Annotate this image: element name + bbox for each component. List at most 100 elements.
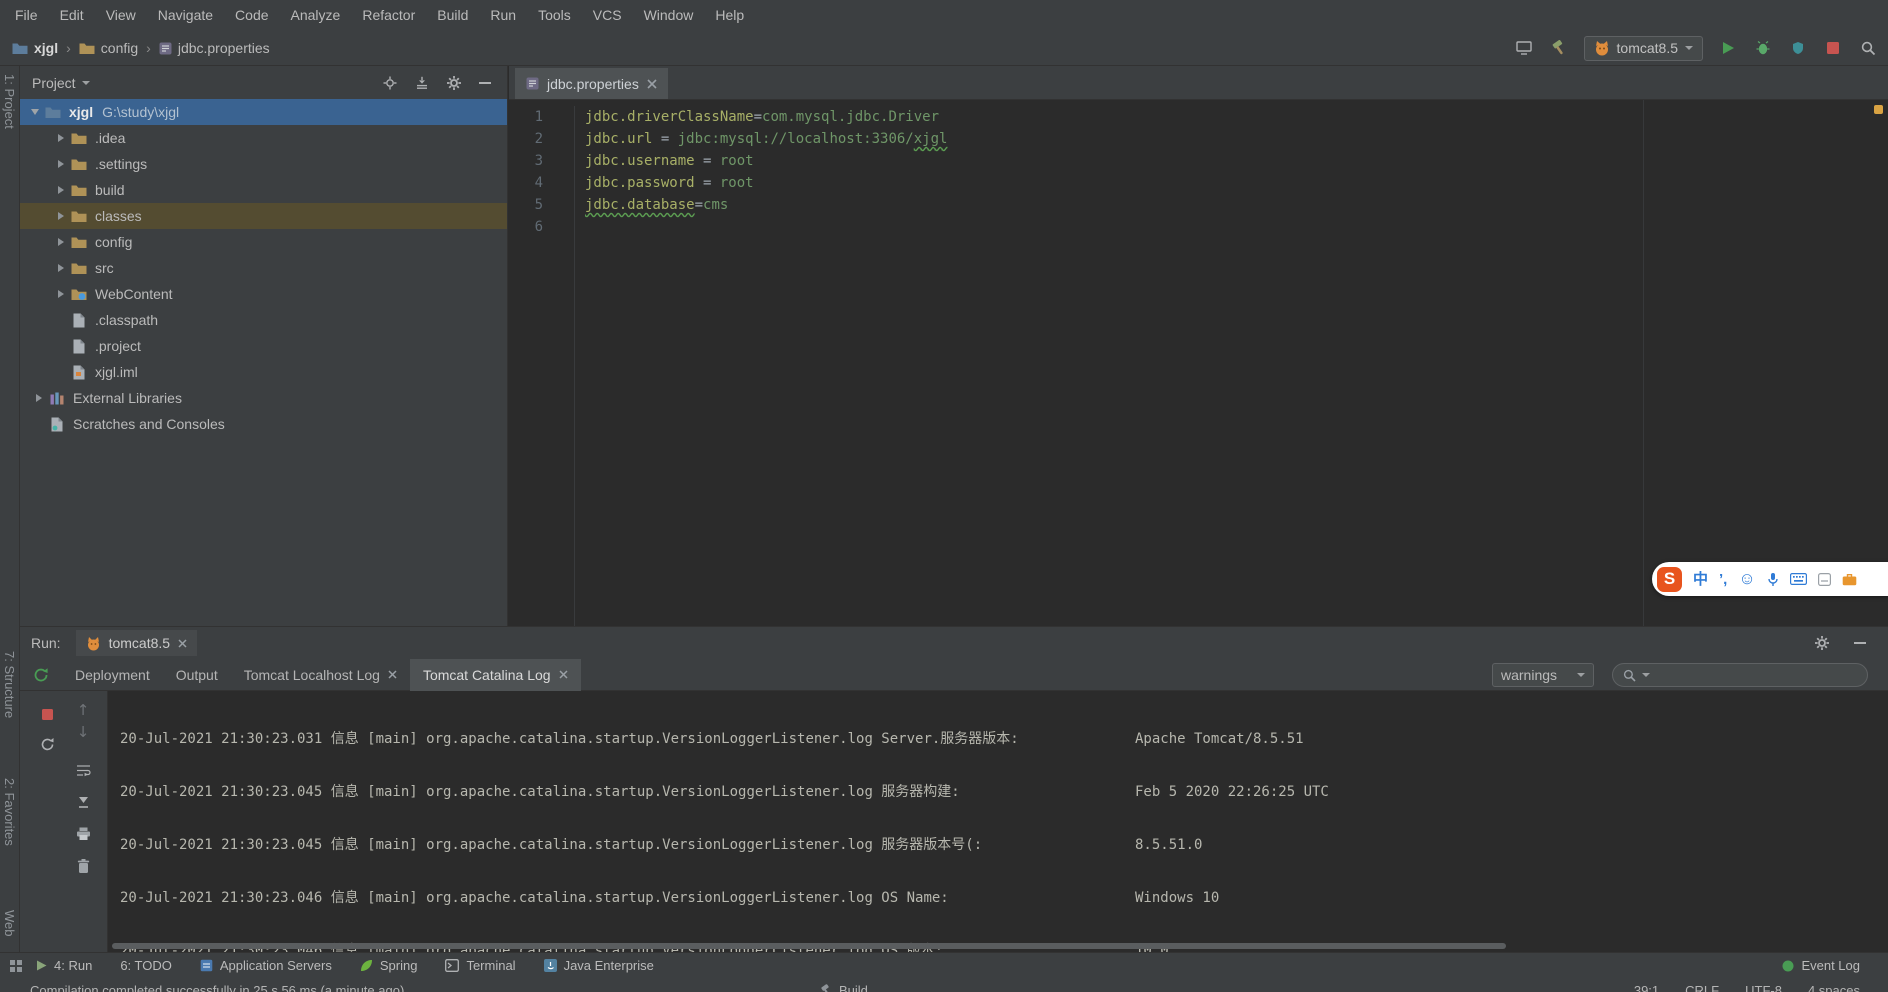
stripe-structure-button[interactable]: 7: Structure <box>2 651 17 718</box>
hide-panel-icon[interactable] <box>1850 633 1870 653</box>
menu-file[interactable]: File <box>4 0 49 31</box>
down-stack-trace-icon[interactable]: ↓ <box>74 723 92 741</box>
hide-panel-icon[interactable] <box>479 81 491 85</box>
menu-help[interactable]: Help <box>704 0 755 31</box>
line-separator-widget[interactable]: CRLF <box>1685 983 1719 992</box>
menu-edit[interactable]: Edit <box>49 0 95 31</box>
tree-item-external-libraries[interactable]: External Libraries <box>20 385 507 411</box>
scrollbar-thumb[interactable] <box>112 943 1506 949</box>
editor-tab-jdbc-properties[interactable]: jdbc.properties <box>515 68 668 99</box>
restore-layout-icon[interactable] <box>1514 38 1534 58</box>
soft-wrap-icon[interactable] <box>74 761 92 779</box>
punctuation-icon[interactable]: ’, <box>1719 567 1727 592</box>
tree-item-project-root[interactable]: xjgl G:\study\xjgl <box>20 99 507 125</box>
close-tab-icon[interactable] <box>559 670 568 679</box>
breadcrumb-project[interactable]: xjgl <box>34 40 58 56</box>
mic-icon[interactable] <box>1767 572 1779 587</box>
close-tab-icon[interactable] <box>178 639 187 648</box>
breadcrumb-folder[interactable]: config <box>101 40 138 56</box>
chinese-mode-icon[interactable]: 中 <box>1693 567 1708 592</box>
close-tab-icon[interactable] <box>388 670 397 679</box>
chevron-collapsed-icon[interactable] <box>54 264 68 272</box>
indent-widget[interactable]: 4 spaces <box>1808 983 1860 992</box>
log-search-field[interactable] <box>1612 663 1868 687</box>
project-view-title[interactable]: Project <box>32 75 76 91</box>
chevron-collapsed-icon[interactable] <box>54 160 68 168</box>
scroll-to-end-icon[interactable] <box>74 793 92 811</box>
collapse-all-icon[interactable] <box>415 76 429 90</box>
close-tab-icon[interactable] <box>647 79 657 89</box>
menu-analyze[interactable]: Analyze <box>280 0 352 31</box>
console-log[interactable]: 20-Jul-2021 21:30:23.031 信息 [main] org.a… <box>120 697 1888 952</box>
debug-button[interactable] <box>1753 38 1773 58</box>
event-log-button[interactable]: Event Log <box>1782 958 1860 973</box>
breadcrumb-file[interactable]: jdbc.properties <box>178 40 270 56</box>
tab-tomcat-catalina-log[interactable]: Tomcat Catalina Log <box>410 659 581 691</box>
tree-item-webcontent[interactable]: WebContent <box>20 281 507 307</box>
horizontal-scrollbar[interactable] <box>112 943 1854 949</box>
chevron-collapsed-icon[interactable] <box>54 238 68 246</box>
tree-item-settings[interactable]: .settings <box>20 151 507 177</box>
menu-build[interactable]: Build <box>426 0 479 31</box>
keyboard-icon[interactable] <box>1790 573 1807 585</box>
up-stack-trace-icon[interactable]: ↑ <box>74 701 92 719</box>
build-status[interactable]: Build <box>820 983 868 992</box>
log-level-filter[interactable]: warnings <box>1492 663 1594 687</box>
menu-refactor[interactable]: Refactor <box>351 0 426 31</box>
tree-item-scratches[interactable]: Scratches and Consoles <box>20 411 507 437</box>
clear-all-icon[interactable] <box>74 857 92 875</box>
locate-file-icon[interactable] <box>383 76 397 90</box>
tool-button-java-enterprise[interactable]: Java Enterprise <box>544 958 654 973</box>
skin-icon[interactable] <box>1818 573 1831 586</box>
print-icon[interactable] <box>74 825 92 843</box>
chevron-collapsed-icon[interactable] <box>54 134 68 142</box>
code-editor[interactable]: jdbc.driverClassName=com.mysql.jdbc.Driv… <box>585 106 1870 238</box>
stop-button[interactable] <box>38 705 56 723</box>
chevron-expanded-icon[interactable] <box>28 109 42 115</box>
status-message[interactable]: Compilation completed successfully in 25… <box>30 983 404 992</box>
chevron-collapsed-icon[interactable] <box>54 186 68 194</box>
editor-gutter[interactable]: 1 2 3 4 5 6 <box>509 106 575 626</box>
tree-item-config[interactable]: config <box>20 229 507 255</box>
menu-tools[interactable]: Tools <box>527 0 582 31</box>
tab-deployment[interactable]: Deployment <box>62 659 163 691</box>
inspection-marker[interactable] <box>1874 105 1883 114</box>
coverage-button[interactable] <box>1788 38 1808 58</box>
tool-button-terminal[interactable]: Terminal <box>445 958 515 973</box>
build-hammer-icon[interactable] <box>1549 38 1569 58</box>
tree-item-classpath[interactable]: .classpath <box>20 307 507 333</box>
stripe-favorites-button[interactable]: 2: Favorites <box>2 778 17 846</box>
tool-button-run[interactable]: 4: Run <box>36 958 92 973</box>
tree-item-project-file[interactable]: .project <box>20 333 507 359</box>
stop-button[interactable] <box>1823 38 1843 58</box>
search-everywhere-icon[interactable] <box>1858 38 1878 58</box>
menu-window[interactable]: Window <box>633 0 705 31</box>
encoding-widget[interactable]: UTF-8 <box>1745 983 1782 992</box>
tree-item-src[interactable]: src <box>20 255 507 281</box>
run-content-tab-tomcat[interactable]: tomcat8.5 <box>76 630 197 656</box>
menu-vcs[interactable]: VCS <box>582 0 633 31</box>
stripe-web-button[interactable]: Web <box>2 910 17 937</box>
chevron-collapsed-icon[interactable] <box>32 394 46 402</box>
settings-gear-icon[interactable] <box>447 76 461 90</box>
tree-item-classes[interactable]: classes <box>20 203 507 229</box>
toolbox-icon[interactable] <box>1842 573 1857 586</box>
run-configuration-select[interactable]: tomcat8.5 <box>1584 36 1703 61</box>
tree-item-iml[interactable]: xjgl.iml <box>20 359 507 385</box>
tool-button-application-servers[interactable]: Application Servers <box>200 958 332 973</box>
menu-view[interactable]: View <box>95 0 147 31</box>
stripe-project-button[interactable]: 1: Project <box>2 74 17 129</box>
tab-tomcat-localhost-log[interactable]: Tomcat Localhost Log <box>231 659 410 691</box>
rerun-server-button[interactable] <box>20 667 62 683</box>
settings-gear-icon[interactable] <box>1812 633 1832 653</box>
caret-position-widget[interactable]: 39:1 <box>1634 983 1659 992</box>
tab-output[interactable]: Output <box>163 659 231 691</box>
menu-run[interactable]: Run <box>479 0 527 31</box>
emoji-icon[interactable]: ☺ <box>1738 569 1755 589</box>
chevron-collapsed-icon[interactable] <box>54 290 68 298</box>
sogou-logo[interactable]: S <box>1657 567 1682 592</box>
tree-item-idea[interactable]: .idea <box>20 125 507 151</box>
menu-code[interactable]: Code <box>224 0 279 31</box>
tree-item-build[interactable]: build <box>20 177 507 203</box>
tool-button-todo[interactable]: 6: TODO <box>120 958 172 973</box>
